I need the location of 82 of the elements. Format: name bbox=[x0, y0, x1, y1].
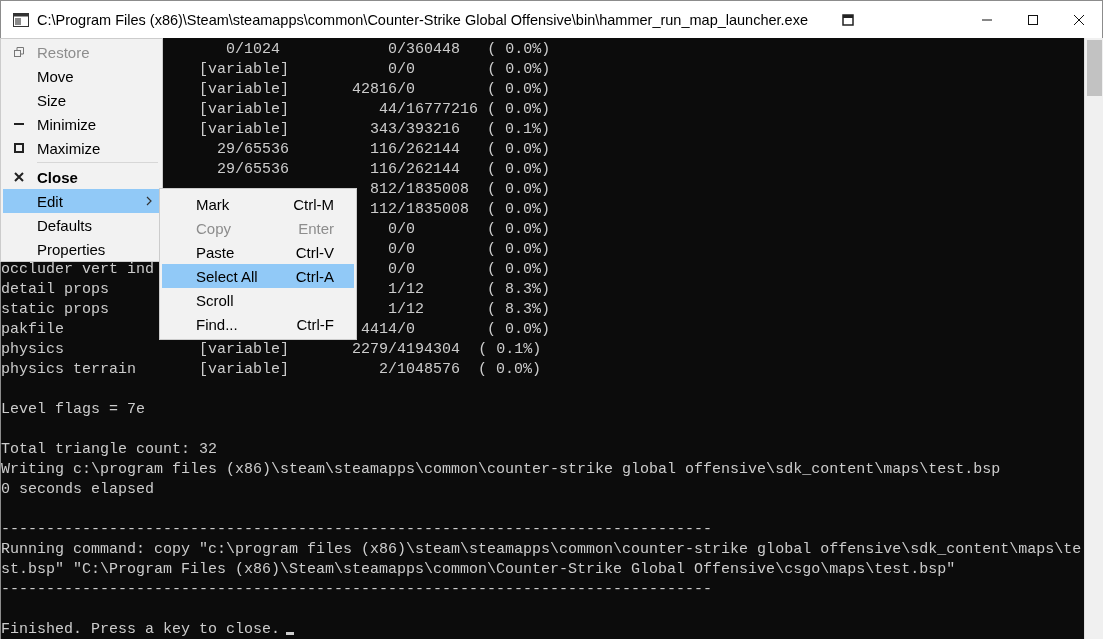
console-text: 812/1835008 bbox=[370, 181, 470, 198]
console-text: ( 0.0%) bbox=[487, 141, 551, 158]
console-text: [variable] bbox=[199, 101, 290, 118]
console-text: ------------------------------------------------------------------------------- bbox=[1, 581, 713, 598]
console-text: 29/65536 bbox=[217, 161, 290, 178]
close-icon bbox=[14, 172, 24, 182]
console-text: 0/0 bbox=[388, 221, 416, 238]
console-text: Running command: copy "c:\program files (x86)\steam\steamapps\common\counter-strike global offensive\sdk_content\maps\te bbox=[1, 541, 1082, 558]
menu-item[interactable]: Defaults bbox=[3, 213, 160, 237]
console-text: 0/0 bbox=[388, 241, 416, 258]
console-text: 44/16777216 ( 0.0%) bbox=[379, 101, 551, 118]
console-text: pakfile bbox=[1, 321, 64, 338]
console-text: 1/12 bbox=[388, 281, 425, 298]
console-text: ( 0.0%) bbox=[487, 161, 551, 178]
menu-item[interactable]: Find... Ctrl-F bbox=[162, 312, 354, 336]
minimize-icon bbox=[14, 122, 24, 126]
menu-item[interactable]: Paste Ctrl-V bbox=[162, 240, 354, 264]
menu-item[interactable]: Select All Ctrl-A bbox=[162, 264, 354, 288]
console-app-icon bbox=[13, 11, 29, 28]
console-text: [variable] bbox=[199, 81, 290, 98]
scrollbar-thumb[interactable] bbox=[1086, 40, 1102, 96]
console-text: detail props bbox=[1, 281, 110, 298]
console-text: ( 0.1%) bbox=[478, 341, 542, 358]
window-title: C:\Program Files (x86)\Steam\steamapps\common\Counter-Strike Global Offensive\bin\hammer_run_map_launcher.exe bbox=[37, 11, 808, 28]
console-text: Writing c:\program files (x86)\steam\steamapps\common\counter-strike global offensive\sdk_content\maps\test.bsp bbox=[1, 461, 1001, 478]
console-text: occluder vert ind bbox=[1, 261, 155, 278]
console-text: ( 8.3%) bbox=[487, 301, 551, 318]
menu-item[interactable]: Size bbox=[3, 88, 160, 112]
console-text: st.bsp" "C:\Program Files (x86)\Steam\steamapps\common\Counter-Strike Global Offensive\csgo\maps\test.bsp" bbox=[1, 561, 956, 578]
console-text: ( 0.0%) bbox=[487, 201, 551, 218]
console-text: 116/262144 bbox=[370, 161, 461, 178]
console-text: 343/393216 bbox=[370, 121, 461, 138]
console-text: 29/65536 bbox=[217, 141, 290, 158]
console-text: 2/1048576 bbox=[379, 361, 461, 378]
menu-item[interactable]: Scroll bbox=[162, 288, 354, 312]
console-text: 2279/4194304 bbox=[352, 341, 461, 358]
maximize-icon bbox=[1027, 13, 1039, 26]
console-text: 42816/0 bbox=[352, 81, 416, 98]
console-text: ( 8.3%) bbox=[487, 281, 551, 298]
console-text: [variable] bbox=[199, 61, 290, 78]
console-text: ( 0.0%) bbox=[487, 321, 551, 338]
maximize-icon bbox=[14, 143, 24, 153]
console-text: physics terrain bbox=[1, 361, 137, 378]
console-text: [variable] bbox=[199, 361, 290, 378]
close-icon bbox=[1073, 13, 1085, 26]
console-text: ( 0.0%) bbox=[487, 181, 551, 198]
minimize-icon bbox=[981, 18, 993, 21]
console-text: ( 0.0%) bbox=[487, 41, 551, 58]
console-text: Total triangle count: 32 bbox=[1, 441, 218, 458]
console-text: ( 0.0%) bbox=[487, 61, 551, 78]
console-text: 116/262144 bbox=[370, 141, 461, 158]
console-text: 0/1024 bbox=[226, 41, 281, 58]
console-text: 4414/0 bbox=[361, 321, 416, 338]
console-text: 1/12 bbox=[388, 301, 425, 318]
console-text: 0/0 bbox=[388, 261, 416, 278]
console-text: 0 seconds elapsed bbox=[1, 481, 155, 498]
console-text: Finished. Press a key to close. bbox=[1, 621, 281, 638]
console-text: ( 0.0%) bbox=[487, 81, 551, 98]
console-text: ( 0.0%) bbox=[478, 361, 542, 378]
console-text: 112/1835008 bbox=[370, 201, 470, 218]
console-text: ( 0.0%) bbox=[487, 221, 551, 238]
menu-item[interactable]: Move bbox=[3, 64, 160, 88]
window-icon bbox=[842, 13, 854, 26]
menu-item[interactable]: Close bbox=[3, 165, 160, 189]
console-text: ( 0.0%) bbox=[487, 241, 551, 258]
menu-item[interactable]: Maximize bbox=[3, 136, 160, 160]
console-text: physics bbox=[1, 341, 64, 358]
console-text: 0/0 bbox=[388, 61, 416, 78]
console-text: [variable] bbox=[199, 341, 290, 358]
console-text: static props bbox=[1, 301, 110, 318]
restore-icon bbox=[14, 47, 24, 57]
menu-item[interactable]: Edit bbox=[3, 189, 160, 213]
console-text: [variable] bbox=[199, 121, 290, 138]
menu-item[interactable]: Mark Ctrl-M bbox=[162, 192, 354, 216]
console-text: Level flags = 7e bbox=[1, 401, 146, 418]
menu-item[interactable]: Minimize bbox=[3, 112, 160, 136]
console-text: ( 0.1%) bbox=[487, 121, 551, 138]
scrollbar[interactable] bbox=[1084, 38, 1103, 639]
console-text: ( 0.0%) bbox=[487, 261, 551, 278]
console-text: 0/360448 bbox=[388, 41, 461, 58]
menu-item[interactable]: Properties bbox=[3, 237, 160, 261]
console-text: ------------------------------------------------------------------------------- bbox=[1, 521, 713, 538]
